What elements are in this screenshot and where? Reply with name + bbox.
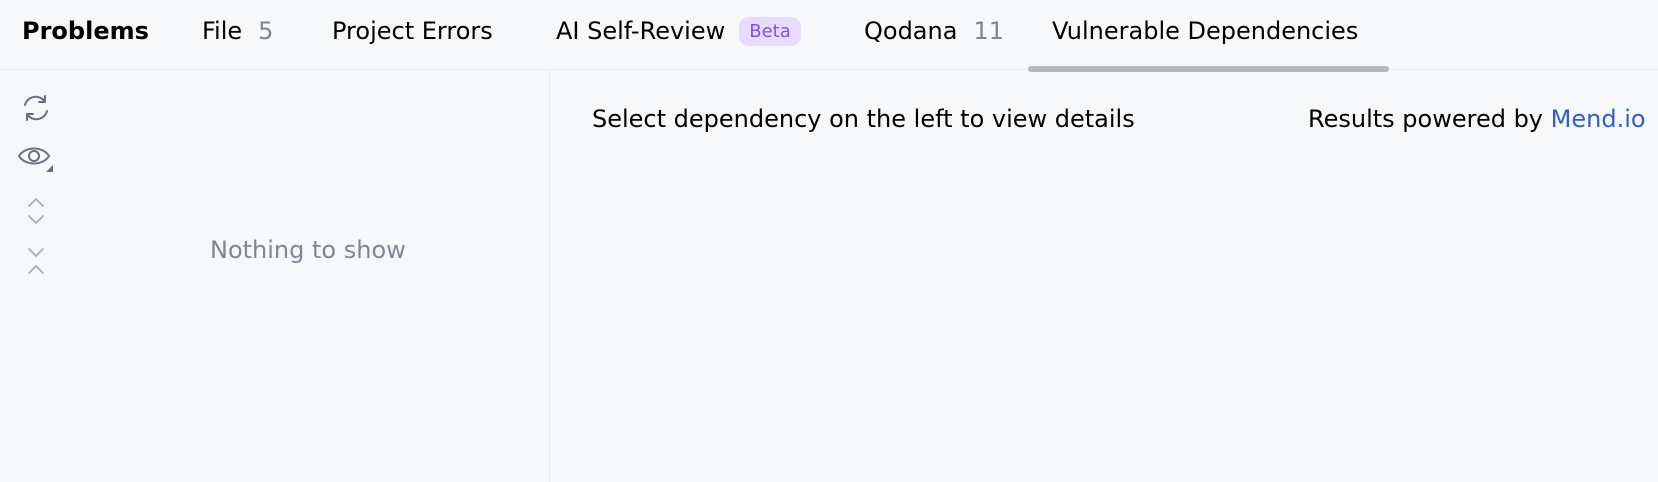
refresh-icon[interactable] xyxy=(16,88,56,128)
tab-ai-self-review-label: AI Self-Review xyxy=(556,17,726,45)
tab-ai-self-review[interactable]: AI Self-Review Beta xyxy=(556,0,801,70)
tab-project-errors-label: Project Errors xyxy=(332,17,493,45)
tab-qodana[interactable]: Qodana 11 xyxy=(864,0,1004,70)
tab-qodana-count: 11 xyxy=(973,17,1004,45)
mend-io-link[interactable]: Mend.io xyxy=(1551,105,1646,133)
tool-window-title-label: Problems xyxy=(22,17,149,45)
tab-vulnerable-dependencies-label: Vulnerable Dependencies xyxy=(1052,17,1359,45)
eye-options-icon[interactable] xyxy=(16,138,56,178)
beta-badge: Beta xyxy=(739,16,801,46)
tab-file-label: File xyxy=(202,17,243,45)
dependencies-tree-pane: Nothing to show xyxy=(0,70,550,482)
empty-state-text: Nothing to show xyxy=(210,236,406,264)
details-hint: Select dependency on the left to view de… xyxy=(592,105,1135,133)
tab-file-count: 5 xyxy=(258,17,274,45)
collapse-all-icon[interactable] xyxy=(16,242,56,282)
selected-tab-indicator xyxy=(1028,66,1389,72)
expand-all-icon[interactable] xyxy=(16,192,56,232)
tab-vulnerable-dependencies[interactable]: Vulnerable Dependencies xyxy=(1052,0,1358,70)
powered-by: Results powered by Mend.io xyxy=(1308,105,1646,133)
tool-window-title: Problems xyxy=(22,0,149,70)
problems-tool-window: Problems File 5 Project Errors AI Self-R… xyxy=(0,0,1658,482)
powered-by-prefix: Results powered by xyxy=(1308,105,1544,133)
tab-file[interactable]: File 5 xyxy=(202,0,273,70)
tab-qodana-label: Qodana xyxy=(864,17,958,45)
tab-project-errors[interactable]: Project Errors xyxy=(332,0,493,70)
tab-bar: Problems File 5 Project Errors AI Self-R… xyxy=(0,0,1658,72)
